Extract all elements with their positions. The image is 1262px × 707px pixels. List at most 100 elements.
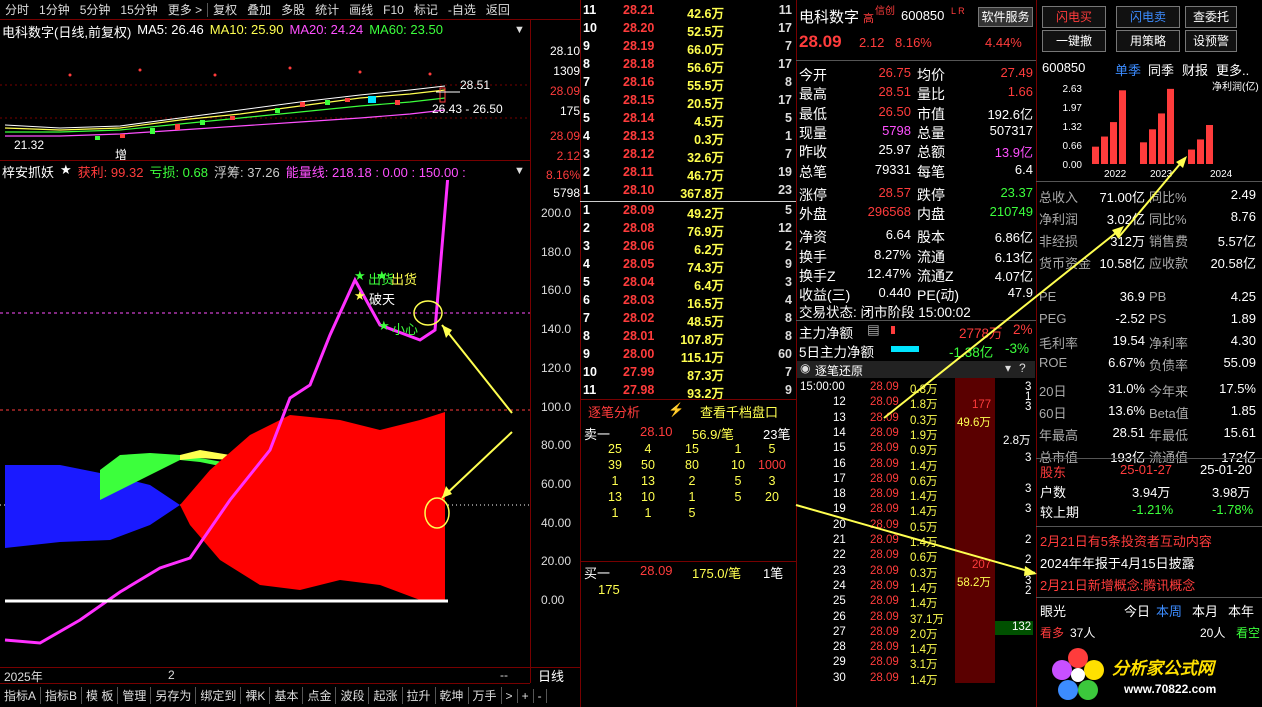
toolbar-item[interactable]: 统计 <box>310 1 344 18</box>
fin-tab-row: 600850 单季 同季 财报 更多.. <box>1040 60 1260 78</box>
order-book-row[interactable]: 9 28.00 115.1万 60 <box>580 345 796 365</box>
toolbar-item[interactable]: 画线 <box>344 1 378 18</box>
order-book-row[interactable]: 1 28.10 367.8万 23 <box>580 181 796 201</box>
action-button[interactable]: 用策略 <box>1116 30 1180 52</box>
order-book-row[interactable]: 10 27.99 87.3万 7 <box>580 363 796 383</box>
tick-volume: 1.4万 <box>910 491 938 504</box>
toolbar-item[interactable]: 分时 <box>0 1 34 18</box>
eye-week[interactable]: 本周 <box>1156 601 1182 620</box>
action-button[interactable]: 闪电卖 <box>1116 6 1180 28</box>
chart-scroll-arrow[interactable]: ▼ <box>514 24 525 36</box>
sell-grid-cell: 5 <box>768 442 776 456</box>
action-button[interactable]: 闪电买 <box>1042 6 1106 28</box>
toolbar-item[interactable]: F10 <box>378 3 409 17</box>
order-book-row[interactable]: 6 28.03 16.5万 4 <box>580 291 796 311</box>
indicator-tab[interactable]: 乾坤 <box>436 687 469 704</box>
toolbar-item[interactable]: 标记 <box>409 1 443 18</box>
toolbar-item[interactable]: 返回 <box>481 1 515 18</box>
ob-price: 28.10 <box>623 183 655 197</box>
order-book-row[interactable]: 2 28.11 46.7万 19 <box>580 163 796 183</box>
order-book-row[interactable]: 5 28.04 6.4万 3 <box>580 273 796 293</box>
news-item-2[interactable]: 2024年年报于4月15日披露 <box>1040 553 1195 572</box>
indicator-tab[interactable]: 管理 <box>118 687 152 704</box>
eye-month[interactable]: 本月 <box>1192 601 1218 620</box>
tab-analysis[interactable]: 逐笔分析 <box>588 402 640 421</box>
industry-button[interactable]: 软件服务 <box>978 7 1033 27</box>
order-book-row[interactable]: 10 28.20 52.5万 17 <box>580 19 796 39</box>
eye-today[interactable]: 今日 <box>1124 601 1150 620</box>
order-book-row[interactable]: 6 28.15 20.5万 17 <box>580 91 796 111</box>
order-book-row[interactable]: 2 28.08 76.9万 12 <box>580 219 796 239</box>
indicator-tab[interactable]: 裸K <box>241 687 271 704</box>
order-book-row[interactable]: 7 28.02 48.5万 8 <box>580 309 796 329</box>
quote-label: 流通 <box>917 248 945 265</box>
tab-danji[interactable]: 单季 <box>1115 60 1141 79</box>
order-book-row[interactable]: 9 28.19 66.0万 7 <box>580 37 796 57</box>
indicator-tab[interactable]: 指标B <box>41 687 83 704</box>
toolbar-item[interactable]: -自选 <box>443 1 481 18</box>
indicator-tab[interactable]: 点金 <box>303 687 337 704</box>
indicator-tab[interactable]: > <box>502 688 518 703</box>
eye-row: 眼光 今日 本周 本月 本年 <box>1040 601 1260 621</box>
order-book-row[interactable]: 1 28.09 49.2万 5 <box>580 201 796 221</box>
tab-qiandang[interactable]: 查看千档盘口 <box>700 402 778 421</box>
fin-divider <box>1036 181 1262 182</box>
order-book-row[interactable]: 8 28.18 56.6万 17 <box>580 55 796 75</box>
ob-count: 17 <box>778 21 792 35</box>
indicator-tab[interactable]: 指标A <box>0 687 42 704</box>
indicator-tab[interactable]: 波段 <box>336 687 370 704</box>
news-item-3[interactable]: 2月21日新增概念:腾讯概念 <box>1040 575 1195 594</box>
order-book-row[interactable]: 11 27.98 93.2万 9 <box>580 381 796 401</box>
order-book-row[interactable]: 3 28.12 32.6万 7 <box>580 145 796 165</box>
toolbar-item[interactable]: 1分钟 <box>34 1 75 18</box>
order-book-row[interactable]: 11 28.21 42.6万 11 <box>580 1 796 21</box>
tab-caibao[interactable]: 财报 <box>1182 60 1208 79</box>
tab-tongji[interactable]: 同季 <box>1148 60 1174 79</box>
indicator-tab[interactable]: 绑定到 <box>196 687 242 704</box>
indicator-name[interactable]: 梓安抓妖 <box>2 162 54 180</box>
order-book-row[interactable]: 4 28.13 0.3万 1 <box>580 127 796 147</box>
indicator-tab[interactable]: 另存为 <box>151 687 197 704</box>
filter-icon[interactable]: ▾ <box>1005 361 1011 375</box>
action-button[interactable]: 查委托 <box>1185 6 1237 28</box>
sell1-label: 卖一 <box>584 427 611 442</box>
order-book-row[interactable]: 4 28.05 74.3万 9 <box>580 255 796 275</box>
order-book-row[interactable]: 3 28.06 6.2万 2 <box>580 237 796 257</box>
action-button[interactable]: 一键撤 <box>1042 30 1106 52</box>
close-icon[interactable]: ? <box>1019 361 1026 375</box>
collapse-icon[interactable]: ◉ <box>800 361 810 375</box>
ob-price: 28.18 <box>623 57 655 71</box>
indicator-tab[interactable]: 基本 <box>270 687 304 704</box>
indicator-tab[interactable]: - <box>534 688 547 703</box>
indicator-axis-label: 140.0 <box>541 322 572 337</box>
ma60-label: MA60: 23.50 <box>369 22 443 37</box>
toolbar-item[interactable]: 更多 > <box>163 1 207 18</box>
tick-minute: 29 <box>833 656 846 669</box>
order-book-row[interactable]: 5 28.14 4.5万 5 <box>580 109 796 129</box>
tab-more[interactable]: 更多.. <box>1216 60 1249 79</box>
toolbar-item[interactable]: 15分钟 <box>115 1 162 18</box>
news-item-1[interactable]: 2月21日有5条投资者互动内容 <box>1040 531 1212 550</box>
toolbar-item[interactable]: 5分钟 <box>75 1 116 18</box>
kline-chart[interactable] <box>0 40 530 160</box>
indicator-scroll-arrow[interactable]: ▼ <box>514 165 525 177</box>
toolbar-item[interactable]: 多股 <box>276 1 310 18</box>
list-icon[interactable]: ▤ <box>867 322 880 338</box>
indicator-chart[interactable] <box>0 174 530 683</box>
order-book-row[interactable]: 7 28.16 55.5万 8 <box>580 73 796 93</box>
toolbar-item[interactable]: 复权 <box>208 1 242 18</box>
action-button[interactable]: 设预警 <box>1185 30 1237 52</box>
indicator-tab[interactable]: 万手 <box>469 687 502 704</box>
order-book-row[interactable]: 8 28.01 107.8万 8 <box>580 327 796 347</box>
tick-price: 28.09 <box>870 396 899 409</box>
sell-grid-cell: 25 <box>608 442 622 456</box>
indicator-tab[interactable]: 起涨 <box>369 687 403 704</box>
indicator-tab[interactable]: 拉升 <box>403 687 436 704</box>
indicator-tab[interactable]: + <box>518 688 534 703</box>
tick-volume: 0.3万 <box>910 567 938 580</box>
period-label[interactable]: 日线 <box>538 666 564 685</box>
indicator-tab[interactable]: 模 板 <box>82 687 119 704</box>
toolbar-item[interactable]: 叠加 <box>242 1 276 18</box>
eye-year[interactable]: 本年 <box>1228 601 1254 620</box>
buy-divider <box>580 561 796 562</box>
